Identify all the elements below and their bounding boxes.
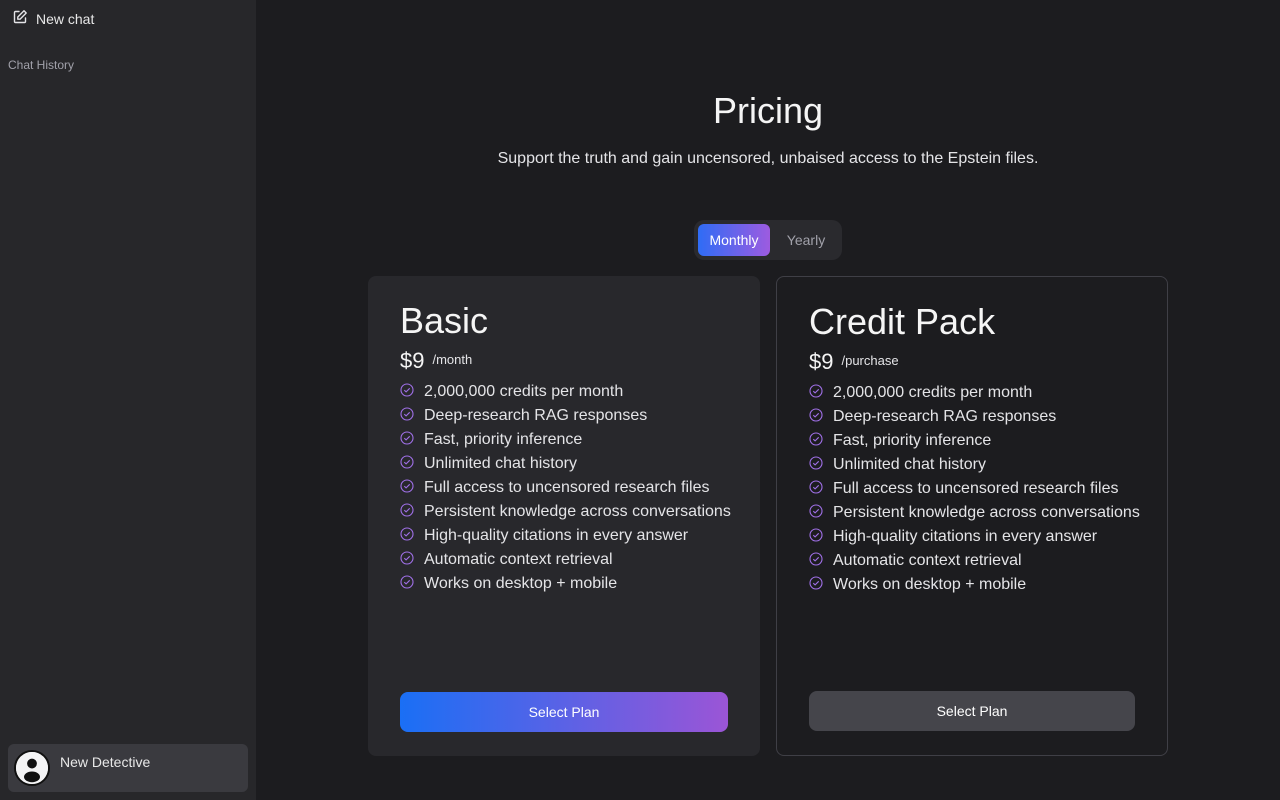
feature-text: Automatic context retrieval bbox=[424, 551, 613, 568]
plan-price: $9 bbox=[809, 349, 834, 374]
feature-text: Deep-research RAG responses bbox=[424, 407, 648, 424]
check-circle-icon bbox=[809, 503, 823, 523]
check-circle-icon bbox=[809, 479, 823, 499]
feature-item: Persistent knowledge across conversation… bbox=[400, 500, 731, 524]
yearly-option[interactable]: Yearly bbox=[772, 224, 840, 256]
check-circle-icon bbox=[400, 478, 414, 498]
feature-item: Unlimited chat history bbox=[400, 452, 731, 476]
feature-item: Full access to uncensored research files bbox=[400, 476, 731, 500]
feature-item: Persistent knowledge across conversation… bbox=[809, 501, 1140, 525]
user-name: New Detective bbox=[60, 754, 151, 770]
feature-text: High-quality citations in every answer bbox=[833, 528, 1098, 545]
check-circle-icon bbox=[400, 574, 414, 594]
feature-text: Persistent knowledge across conversation… bbox=[833, 504, 1140, 521]
feature-item: Deep-research RAG responses bbox=[809, 405, 1140, 429]
new-chat-button[interactable]: New chat bbox=[8, 6, 98, 32]
feature-item: Deep-research RAG responses bbox=[400, 404, 731, 428]
edit-icon bbox=[12, 9, 28, 30]
check-circle-icon bbox=[400, 526, 414, 546]
feature-text: Full access to uncensored research files bbox=[833, 480, 1119, 497]
check-circle-icon bbox=[809, 551, 823, 571]
feature-text: High-quality citations in every answer bbox=[424, 527, 689, 544]
billing-toggle: Monthly Yearly bbox=[694, 220, 842, 260]
feature-text: Automatic context retrieval bbox=[833, 552, 1022, 569]
check-circle-icon bbox=[400, 430, 414, 450]
sidebar: New chat Chat History New Detective bbox=[0, 0, 256, 800]
feature-list: 2,000,000 credits per month Deep-researc… bbox=[809, 381, 1140, 597]
check-circle-icon bbox=[400, 406, 414, 426]
plan-period: /month bbox=[432, 352, 473, 367]
page-subtitle: Support the truth and gain uncensored, u… bbox=[497, 150, 1039, 167]
check-circle-icon bbox=[400, 382, 414, 402]
plan-name: Credit Pack bbox=[809, 301, 996, 342]
plan-card-basic: Basic $9 /month 2,000,000 credits per mo… bbox=[368, 276, 760, 756]
check-circle-icon bbox=[809, 455, 823, 475]
pricing-main: Pricing Support the truth and gain uncen… bbox=[256, 0, 1280, 800]
feature-item: Fast, priority inference bbox=[400, 428, 731, 452]
check-circle-icon bbox=[809, 575, 823, 595]
new-chat-label: New chat bbox=[36, 11, 95, 27]
feature-item: Unlimited chat history bbox=[809, 453, 1140, 477]
feature-text: Persistent knowledge across conversation… bbox=[424, 503, 731, 520]
price-row: $9 /purchase bbox=[809, 349, 899, 375]
select-plan-button-basic[interactable]: Select Plan bbox=[400, 692, 728, 732]
plan-name: Basic bbox=[400, 300, 489, 341]
feature-list: 2,000,000 credits per month Deep-researc… bbox=[400, 380, 731, 596]
page-title: Pricing bbox=[712, 90, 824, 131]
check-circle-icon bbox=[809, 527, 823, 547]
feature-item: 2,000,000 credits per month bbox=[400, 380, 731, 404]
check-circle-icon bbox=[809, 407, 823, 427]
check-circle-icon bbox=[400, 550, 414, 570]
feature-item: 2,000,000 credits per month bbox=[809, 381, 1140, 405]
feature-text: Fast, priority inference bbox=[833, 432, 992, 449]
check-circle-icon bbox=[400, 454, 414, 474]
feature-item: Automatic context retrieval bbox=[809, 549, 1140, 573]
feature-item: High-quality citations in every answer bbox=[809, 525, 1140, 549]
feature-item: High-quality citations in every answer bbox=[400, 524, 731, 548]
monthly-option[interactable]: Monthly bbox=[698, 224, 770, 256]
check-circle-icon bbox=[809, 431, 823, 451]
plan-period: /purchase bbox=[841, 353, 899, 368]
feature-item: Full access to uncensored research files bbox=[809, 477, 1140, 501]
chat-history-title: Chat History bbox=[8, 58, 75, 72]
feature-item: Automatic context retrieval bbox=[400, 548, 731, 572]
feature-item: Fast, priority inference bbox=[809, 429, 1140, 453]
feature-text: 2,000,000 credits per month bbox=[833, 384, 1033, 401]
plan-price: $9 bbox=[400, 348, 425, 373]
select-plan-button-credit-pack[interactable]: Select Plan bbox=[809, 691, 1135, 731]
feature-text: 2,000,000 credits per month bbox=[424, 383, 624, 400]
avatar bbox=[14, 750, 50, 786]
check-circle-icon bbox=[400, 502, 414, 522]
user-profile-button[interactable]: New Detective bbox=[8, 744, 248, 792]
feature-text: Unlimited chat history bbox=[833, 456, 986, 473]
user-icon bbox=[16, 752, 48, 784]
feature-text: Works on desktop + mobile bbox=[833, 576, 1027, 593]
feature-text: Deep-research RAG responses bbox=[833, 408, 1057, 425]
app-root: New chat Chat History New Detective Pric… bbox=[0, 0, 1280, 800]
feature-text: Full access to uncensored research files bbox=[424, 479, 710, 496]
feature-text: Works on desktop + mobile bbox=[424, 575, 618, 592]
check-circle-icon bbox=[809, 383, 823, 403]
feature-item: Works on desktop + mobile bbox=[809, 573, 1140, 597]
feature-text: Unlimited chat history bbox=[424, 455, 577, 472]
feature-item: Works on desktop + mobile bbox=[400, 572, 731, 596]
price-row: $9 /month bbox=[400, 348, 472, 374]
plan-card-credit-pack: Credit Pack $9 /purchase 2,000,000 credi… bbox=[776, 276, 1168, 756]
feature-text: Fast, priority inference bbox=[424, 431, 583, 448]
